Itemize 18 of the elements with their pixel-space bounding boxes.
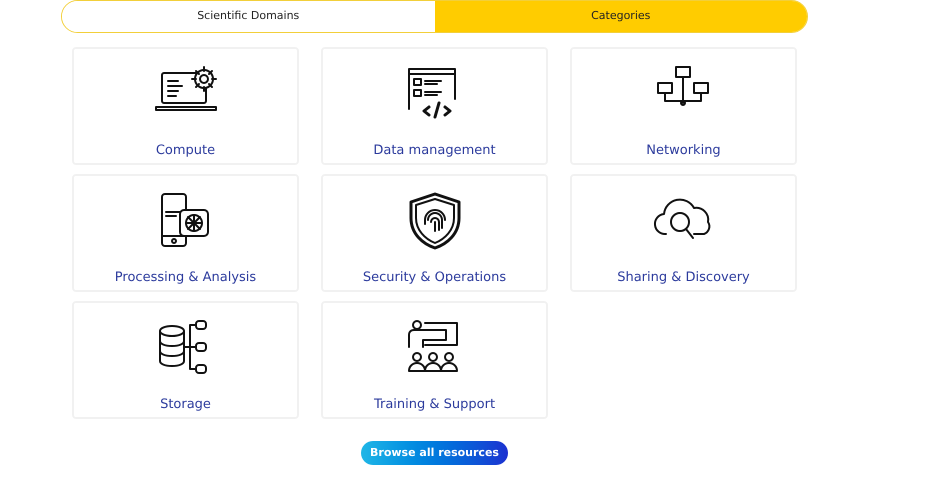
category-label: Storage xyxy=(160,396,211,414)
browse-button[interactable]: Browse all resources xyxy=(361,441,508,465)
category-card[interactable]: Storage xyxy=(72,301,299,419)
category-label: Sharing & Discovery xyxy=(617,269,750,287)
category-card[interactable]: Training & Support xyxy=(321,301,548,419)
category-label: Compute xyxy=(156,142,216,160)
category-card[interactable]: Compute xyxy=(72,47,299,165)
tab[interactable]: Categories xyxy=(434,1,807,32)
category-label: Networking xyxy=(646,142,721,160)
category-label: Training & Support xyxy=(374,396,496,414)
category-label: Processing & Analysis xyxy=(114,269,256,287)
category-card[interactable]: Networking xyxy=(570,47,797,165)
category-card[interactable]: Security & Operations xyxy=(321,174,548,292)
category-card[interactable]: Sharing & Discovery xyxy=(570,174,797,292)
category-card[interactable]: Data management xyxy=(321,47,548,165)
category-label: Security & Operations xyxy=(362,269,506,287)
category-card[interactable]: Processing & Analysis xyxy=(72,174,299,292)
category-label: Data management xyxy=(373,142,496,160)
